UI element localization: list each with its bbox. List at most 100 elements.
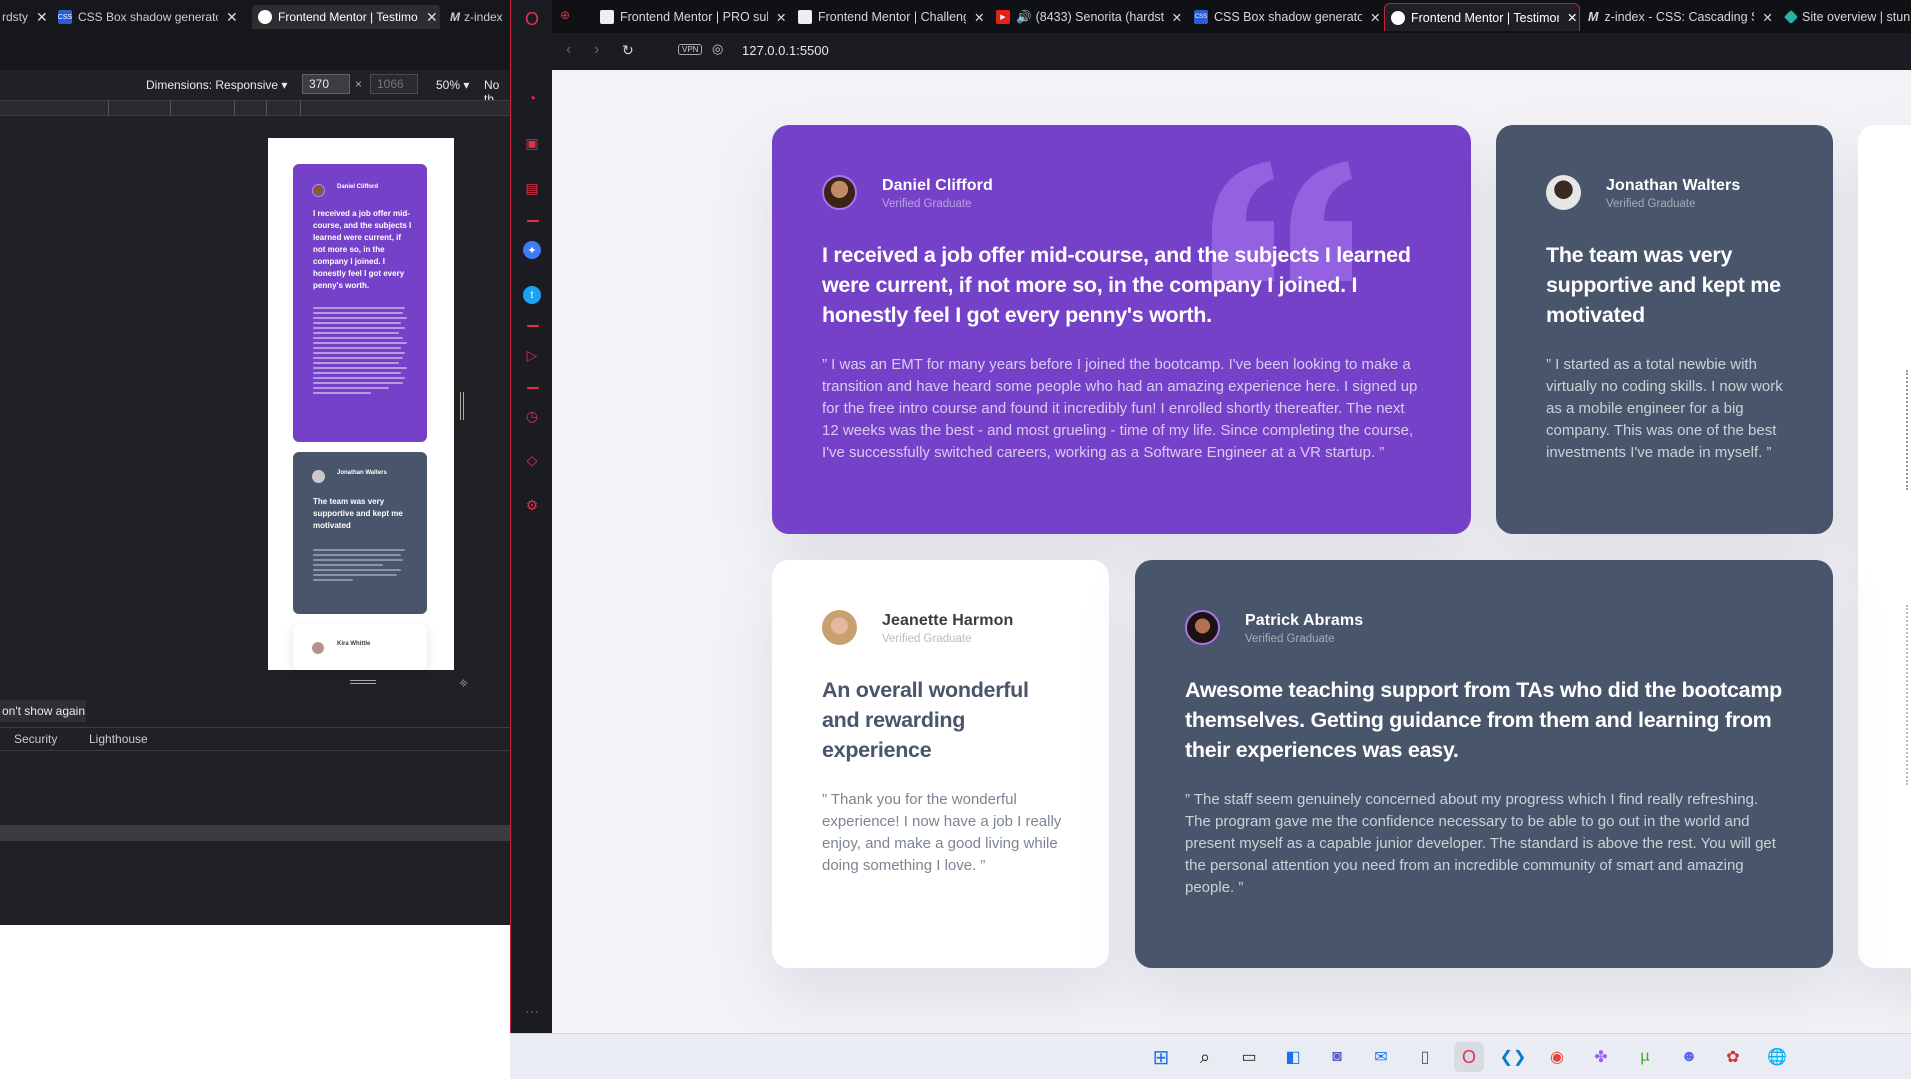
testimonial-heading: An overall wonderful and rewarding exper… [822, 678, 1029, 762]
mobile-card-daniel: Daniel Clifford I received a job offer m… [293, 164, 427, 442]
utorrent-icon[interactable]: µ [1630, 1042, 1660, 1072]
height-input[interactable] [370, 74, 418, 94]
resize-handle-right[interactable] [460, 392, 464, 420]
resize-handle-bottom[interactable] [350, 680, 376, 684]
close-icon[interactable]: ✕ [1567, 10, 1577, 25]
more-icon[interactable]: ⋯ [523, 1002, 541, 1020]
browser-tab[interactable]: Frontend Mentor | PRO sub ✕ [594, 3, 790, 31]
dont-show-again-button[interactable]: on't show again [0, 700, 86, 722]
browser-tab[interactable]: Site overview | stunn [1780, 3, 1911, 31]
globe-icon[interactable]: ◎ [712, 41, 723, 57]
search-icon[interactable]: ⌕ [1190, 1042, 1220, 1072]
twitter-icon[interactable]: t [523, 286, 541, 304]
mobile-body [313, 546, 407, 584]
mobile-name: Jonathan Walters [337, 470, 387, 476]
mobile-body [313, 304, 407, 397]
url-text[interactable]: 127.0.0.1:5500 [742, 43, 829, 58]
vpn-badge[interactable]: VPN [678, 44, 703, 55]
device-toolbar: Dimensions: Responsive ▾ × 50% ▾ No th [0, 70, 510, 106]
fm-icon [600, 10, 614, 24]
resize-corner-icon[interactable]: ≡ [456, 676, 471, 691]
partial-text [1906, 370, 1908, 490]
close-icon[interactable]: ✕ [426, 9, 438, 26]
mdn-icon: M [450, 10, 460, 24]
devtools-tab-active[interactable]: Frontend Mentor | Testimon ✕ [252, 5, 440, 29]
testimonial-card-jeanette: Jeanette Harmon Verified Graduate An ove… [772, 560, 1109, 968]
close-icon[interactable]: ✕ [1172, 10, 1182, 25]
browser-tab[interactable]: CSS CSS Box shadow generator ✕ [1188, 3, 1384, 31]
close-icon[interactable]: ✕ [1762, 10, 1772, 25]
chrome-icon[interactable]: ◉ [1542, 1042, 1572, 1072]
caret-down-icon: ▾ [281, 78, 288, 92]
app-icon[interactable]: ✿ [1718, 1042, 1748, 1072]
reload-icon[interactable]: ↻ [622, 42, 634, 59]
speed-dial-icon[interactable]: ◔ [523, 89, 541, 107]
discord-icon[interactable]: ☻ [1674, 1042, 1704, 1072]
tab-lighthouse[interactable]: Lighthouse [89, 732, 148, 746]
testimonial-body: ” The staff seem genuinely concerned abo… [1185, 791, 1776, 896]
zoom-label: 50% [436, 78, 461, 92]
testimonial-status: Verified Graduate [1245, 633, 1335, 645]
dimensions-dropdown[interactable]: Dimensions: Responsive ▾ [146, 78, 287, 92]
task-view-icon[interactable]: ▭ [1234, 1042, 1264, 1072]
file-icon[interactable]: ▯ [1410, 1042, 1440, 1072]
speaker-icon[interactable]: 🔊 [1016, 10, 1032, 25]
mobile-heading: The team was very supportive and kept me… [313, 497, 403, 530]
close-icon[interactable]: ✕ [226, 9, 238, 26]
testimonial-body: ” Thank you for the wonderful experience… [822, 791, 1062, 874]
browser-tab-active[interactable]: Frontend Mentor | Testimon ✕ [1384, 3, 1580, 31]
opera-logo-icon[interactable]: O [523, 9, 541, 29]
start-icon[interactable]: ⊞ [1146, 1042, 1176, 1072]
devtools-window: rdsty ✕ CSS CSS Box shadow generator ✕ Fro… [0, 0, 510, 925]
mobile-viewport[interactable]: Daniel Clifford I received a job offer m… [268, 138, 454, 670]
forward-icon[interactable]: › [594, 41, 599, 59]
close-icon[interactable]: ✕ [1370, 10, 1380, 25]
close-icon[interactable]: ✕ [974, 10, 984, 25]
avatar [312, 642, 324, 654]
globe-app-icon[interactable]: 🌐 [1762, 1042, 1792, 1072]
history-icon[interactable]: ◷ [523, 407, 541, 425]
partial-text [1906, 605, 1908, 785]
mobile-card-kira: Kira Whittle [293, 624, 427, 670]
workspace-icon[interactable]: ⊕ [560, 8, 570, 22]
opera-taskbar-icon[interactable]: O [1454, 1042, 1484, 1072]
width-input[interactable] [302, 74, 350, 94]
browser-tab[interactable]: ▶ 🔊 (8433) Senorita (hardsty ✕ [990, 3, 1186, 31]
widgets-icon[interactable]: ◧ [1278, 1042, 1308, 1072]
devtools-tab[interactable]: CSS CSS Box shadow generator ✕ [58, 5, 242, 29]
devtools-tab[interactable]: M z-index [450, 5, 510, 29]
avatar-patrick [1185, 610, 1220, 645]
twitch-icon[interactable]: ▤ [523, 179, 541, 197]
mail-icon[interactable]: ✉ [1366, 1042, 1396, 1072]
testimonial-heading: The team was very supportive and kept me… [1546, 243, 1781, 327]
mobile-heading: I received a job offer mid-course, and t… [313, 209, 412, 290]
testimonial-card-jonathan: Jonathan Walters Verified Graduate The t… [1496, 125, 1833, 534]
browser-tab[interactable]: Mz-index - CSS: Cascading St ✕ [1582, 3, 1778, 31]
devtools-tab-label: rdsty [2, 10, 29, 24]
testimonial-heading: Awesome teaching support from TAs who di… [1185, 678, 1782, 762]
chat-icon[interactable]: ◙ [1322, 1042, 1352, 1072]
messenger-icon[interactable]: ✦ [523, 241, 541, 259]
windows-taskbar: ⊞ ⌕ ▭ ◧ ◙ ✉ ▯ O ❮❯ ◉ ✤ µ ☻ ✿ 🌐 [510, 1033, 1911, 1079]
tab-security[interactable]: Security [14, 732, 57, 746]
fm-icon [1391, 10, 1405, 25]
back-icon[interactable]: ‹ [566, 41, 571, 59]
browser-tab-strip: ⊕ Frontend Mentor | PRO sub ✕ Frontend Me… [552, 0, 1911, 33]
gear-icon[interactable]: ⚙ [523, 496, 541, 514]
caret-down-icon: ▾ [463, 78, 470, 92]
close-icon[interactable]: ✕ [776, 10, 786, 25]
testimonial-status: Verified Graduate [1606, 198, 1696, 210]
bag-icon[interactable]: ▣ [523, 134, 541, 152]
mobile-card-jonathan: Jonathan Walters The team was very suppo… [293, 452, 427, 614]
close-icon[interactable]: ✕ [36, 9, 48, 26]
mobile-name: Daniel Clifford [337, 184, 379, 190]
player-icon[interactable]: ▷ [523, 346, 541, 364]
vscode-icon[interactable]: ❮❯ [1498, 1042, 1528, 1072]
browser-tab[interactable]: Frontend Mentor | Challeng ✕ [792, 3, 988, 31]
cube-icon[interactable]: ◇ [523, 451, 541, 469]
devtools-tab[interactable]: rdsty ✕ [0, 5, 48, 29]
figma-icon[interactable]: ✤ [1586, 1042, 1616, 1072]
zoom-dropdown[interactable]: 50% ▾ [436, 78, 469, 92]
testimonial-heading: I received a job offer mid-course, and t… [822, 243, 1411, 327]
testimonial-card-partial [1858, 125, 1911, 968]
